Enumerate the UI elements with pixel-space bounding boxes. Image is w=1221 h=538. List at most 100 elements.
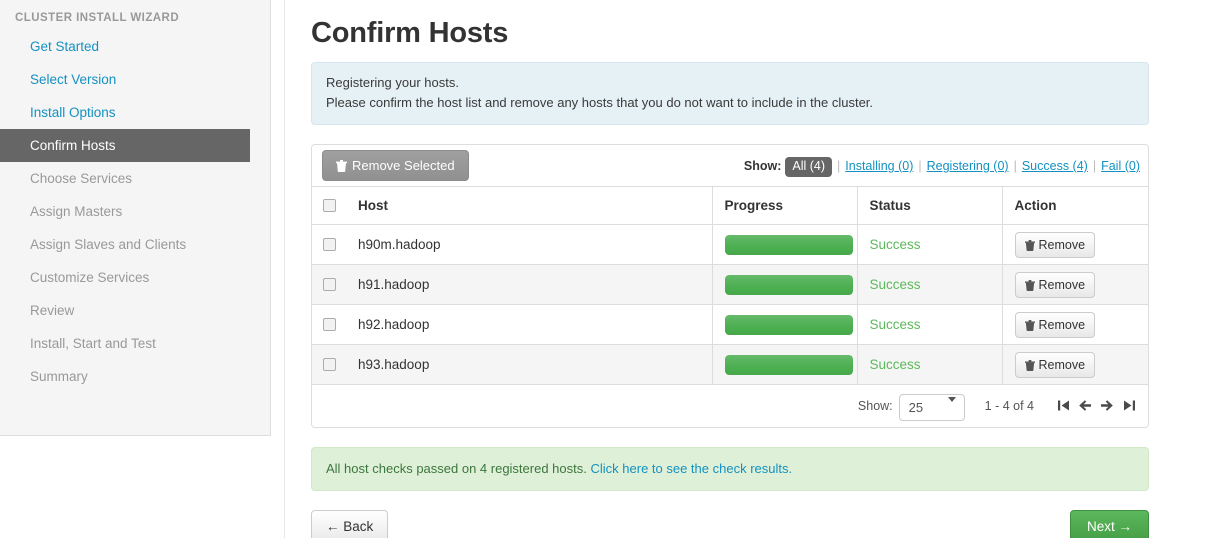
filter-registering-0[interactable]: Registering (0) [927, 159, 1009, 173]
hosts-pagination-footer: Show: 102550100 1 - 4 of 4 [312, 385, 1148, 427]
status-badge: Success [869, 317, 921, 332]
trash-icon [1024, 235, 1035, 259]
hosts-table: Host Progress Status Action h90m.hadoop S… [312, 187, 1148, 385]
wizard-step-list: Get Started Select Version Install Options… [0, 30, 270, 393]
trash-icon [1024, 355, 1035, 379]
sidebar-item-select-version[interactable]: Select Version [0, 63, 270, 96]
sidebar-item-assign-slaves-and-clients: Assign Slaves and Clients [30, 237, 187, 252]
info-line-2: Please confirm the host list and remove … [326, 95, 874, 110]
progress-bar [724, 234, 853, 255]
progress-bar [724, 354, 853, 375]
host-name-cell: h91.hadoop [346, 264, 713, 305]
status-cell: Success [857, 344, 1003, 385]
row-select-cell [312, 224, 346, 265]
remove-host-label: Remove [1038, 357, 1086, 372]
trash-icon [1024, 275, 1035, 299]
table-row: h91.hadoop Success Remove [312, 264, 1148, 305]
host-name-cell: h92.hadoop [346, 304, 713, 345]
remove-host-button[interactable]: Remove [1014, 351, 1096, 379]
remove-selected-button[interactable]: Remove Selected [322, 150, 469, 181]
sidebar-item-install-options[interactable]: Install Options [0, 96, 270, 129]
vertical-divider [284, 0, 285, 538]
row-select-cell [312, 304, 346, 345]
row-select-checkbox[interactable] [323, 238, 336, 251]
remove-host-button[interactable]: Remove [1014, 311, 1096, 339]
progress-bar-fill [724, 314, 853, 335]
remove-selected-label: Remove Selected [352, 158, 455, 173]
filter-separator: | [1013, 159, 1017, 173]
row-select-checkbox[interactable] [323, 318, 336, 331]
remove-host-label: Remove [1038, 317, 1086, 332]
sidebar-item-summary: Summary [30, 369, 88, 384]
pagination-range: 1 - 4 of 4 [984, 399, 1034, 413]
filter-separator: | [1092, 159, 1097, 173]
wizard-title: CLUSTER INSTALL WIZARD [15, 12, 180, 24]
remove-host-button[interactable]: Remove [1014, 271, 1096, 299]
trash-icon [1024, 315, 1035, 339]
wizard-nav-buttons: ← Back Next → [311, 510, 1149, 538]
sidebar-item-get-started[interactable]: Get Started [0, 30, 270, 63]
table-row: h92.hadoop Success Remove [312, 304, 1148, 345]
select-all-checkbox[interactable] [323, 199, 336, 212]
back-button[interactable]: ← Back [311, 510, 389, 538]
remove-host-button[interactable]: Remove [1014, 231, 1096, 259]
table-row: h93.hadoop Success Remove [312, 344, 1148, 385]
main-content: Confirm Hosts Registering your hosts. Pl… [311, 0, 1149, 538]
cluster-install-wizard-sidebar: CLUSTER INSTALL WIZARD Get Started Select… [0, 0, 271, 436]
page-size-select[interactable]: 102550100 [898, 393, 965, 421]
filter-fail-0[interactable]: Fail (0) [1101, 159, 1140, 173]
next-page-button[interactable] [1096, 386, 1118, 427]
page-size-select-wrap: 102550100 [898, 386, 965, 427]
page-title: Confirm Hosts [311, 17, 509, 49]
remove-host-label: Remove [1038, 277, 1086, 292]
row-select-checkbox[interactable] [323, 358, 336, 371]
status-badge: Success [869, 237, 921, 252]
action-cell: Remove [1002, 224, 1148, 265]
sidebar-item-install-start-and-test: Install, Start and Test [30, 336, 156, 351]
action-cell: Remove [1002, 304, 1148, 345]
sidebar-item-choose-services: Choose Services [30, 171, 133, 186]
progress-cell [712, 344, 858, 385]
page-root: CLUSTER INSTALL WIZARD Get Started Select… [0, 0, 1221, 538]
column-header-host: Host [346, 187, 713, 225]
previous-page-button[interactable] [1074, 386, 1096, 427]
action-cell: Remove [1002, 344, 1148, 385]
progress-bar-fill [724, 354, 853, 375]
status-cell: Success [857, 264, 1003, 305]
progress-bar [724, 314, 853, 335]
column-header-status: Status [857, 187, 1003, 225]
filter-success-4[interactable]: Success (4) [1022, 159, 1088, 173]
page-size-label: Show: [857, 399, 893, 413]
filter-installing-0[interactable]: Installing (0) [845, 159, 913, 173]
show-filter-label: Show: [743, 159, 782, 173]
row-select-checkbox[interactable] [323, 278, 336, 291]
progress-cell [712, 304, 858, 345]
trash-icon [336, 153, 347, 182]
last-page-button[interactable] [1118, 386, 1140, 427]
sidebar-item-confirm-hosts[interactable]: Confirm Hosts [0, 129, 250, 162]
check-results-link[interactable]: Click here to see the check results. [591, 461, 793, 476]
host-name-cell: h93.hadoop [346, 344, 713, 385]
filter-all-4[interactable]: All (4) [785, 157, 833, 177]
table-row: h90m.hadoop Success Remove [312, 224, 1148, 265]
registering-info-alert: Registering your hosts. Please confirm t… [311, 62, 1149, 125]
select-all-header [312, 187, 346, 225]
row-select-cell [312, 344, 346, 385]
progress-cell [712, 224, 858, 265]
filter-separator: | [918, 159, 922, 173]
table-header-row: Host Progress Status Action [312, 187, 1148, 225]
first-page-button[interactable] [1052, 386, 1074, 427]
status-filter-group: Show: All (4) | Installing (0) | Registering … [744, 145, 1140, 187]
progress-bar-fill [724, 274, 853, 295]
hosts-toolbar: Remove Selected Show: All (4) | Installing … [312, 145, 1148, 187]
status-cell: Success [857, 304, 1003, 345]
progress-cell [712, 264, 858, 305]
status-cell: Success [857, 224, 1003, 265]
host-checks-alert: All host checks passed on 4 registered h… [311, 447, 1149, 491]
info-line-1: Registering your hosts. [326, 75, 459, 90]
action-cell: Remove [1002, 264, 1148, 305]
sidebar-item-customize-services: Customize Services [30, 270, 150, 285]
hosts-panel: Remove Selected Show: All (4) | Installing … [311, 144, 1149, 428]
status-badge: Success [869, 357, 921, 372]
next-button[interactable]: Next → [1069, 510, 1149, 538]
